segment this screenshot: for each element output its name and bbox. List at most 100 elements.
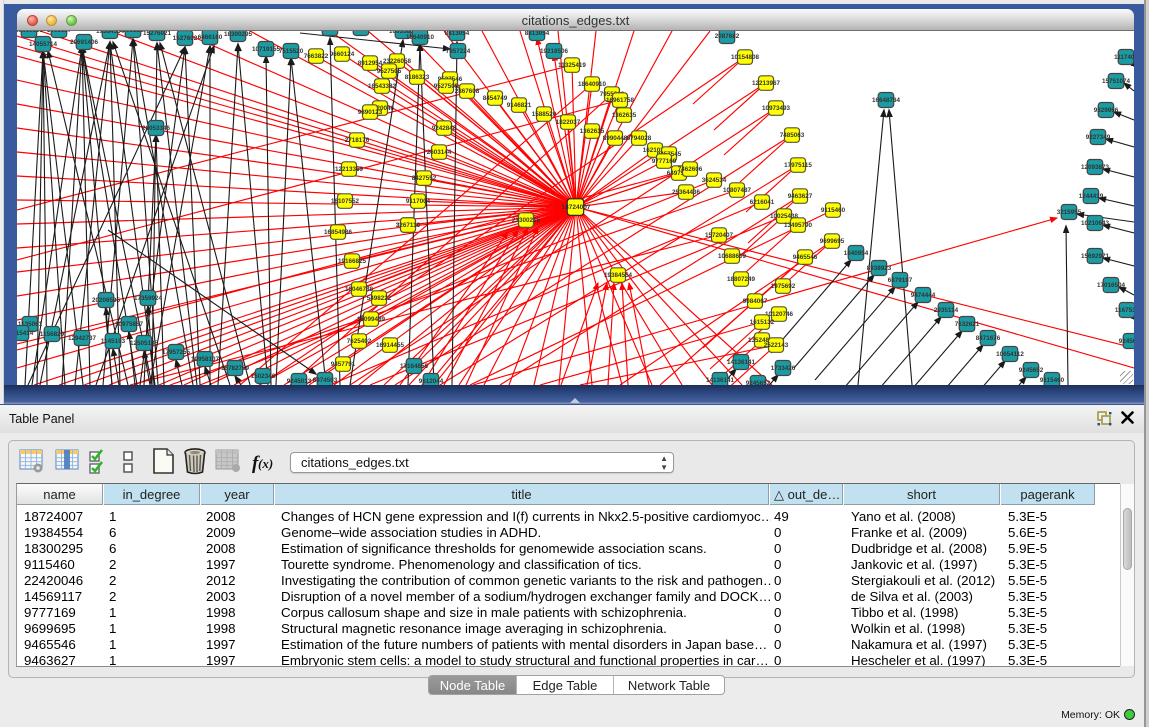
- svg-text:2867608: 2867608: [455, 88, 480, 95]
- svg-text:16961758: 16961758: [606, 97, 635, 104]
- svg-text:15751074: 15751074: [1102, 78, 1131, 85]
- svg-text:15692971: 15692971: [1081, 253, 1110, 260]
- svg-text:3915414: 3915414: [17, 330, 34, 337]
- svg-text:20053346: 20053346: [142, 125, 171, 132]
- svg-text:9465546: 9465546: [793, 254, 818, 261]
- svg-text:16107552: 16107552: [331, 198, 360, 205]
- svg-text:19166825: 19166825: [338, 258, 367, 265]
- svg-text:1615132: 1615132: [750, 319, 775, 326]
- svg-text:1362635: 1362635: [580, 128, 605, 135]
- svg-text:3215955: 3215955: [1057, 209, 1082, 216]
- svg-text:17975115: 17975115: [784, 162, 812, 169]
- svg-text:18300295: 18300295: [224, 31, 253, 38]
- svg-text:7462606: 7462606: [678, 166, 703, 173]
- svg-text:19218506: 19218506: [540, 48, 569, 55]
- svg-text:17016504: 17016504: [1097, 282, 1126, 289]
- svg-text:9463627: 9463627: [788, 193, 813, 200]
- svg-text:9084067: 9084067: [743, 298, 768, 305]
- svg-text:1502346: 1502346: [251, 373, 276, 380]
- svg-text:16854986: 16854986: [324, 229, 353, 236]
- svg-text:7515520: 7515520: [279, 48, 304, 55]
- svg-text:2087682: 2087682: [715, 33, 740, 40]
- svg-text:1975692: 1975692: [771, 283, 796, 290]
- svg-text:9660124: 9660124: [330, 51, 355, 58]
- svg-text:9117004: 9117004: [406, 198, 431, 205]
- svg-text:2603144: 2603144: [427, 149, 452, 156]
- svg-text:6466160: 6466160: [198, 34, 223, 41]
- svg-text:1167533: 1167533: [1115, 307, 1134, 314]
- svg-text:8427552: 8427552: [412, 175, 437, 182]
- svg-text:9890123: 9890123: [358, 109, 383, 116]
- svg-text:10958107: 10958107: [191, 356, 220, 363]
- svg-text:1117403: 1117403: [1114, 54, 1134, 61]
- svg-text:6879197: 6879197: [888, 277, 913, 284]
- svg-text:10807487: 10807487: [723, 187, 752, 194]
- svg-text:14136141: 14136141: [706, 377, 735, 384]
- svg-text:9457791: 9457791: [331, 361, 356, 368]
- svg-text:1362635: 1362635: [612, 112, 637, 119]
- svg-text:2718176: 2718176: [345, 137, 370, 144]
- svg-text:9612044: 9612044: [419, 378, 444, 385]
- svg-text:17359924: 17359924: [134, 295, 163, 302]
- svg-text:7625402: 7625402: [347, 338, 372, 345]
- svg-text:16914455: 16914455: [376, 342, 405, 349]
- svg-text:7957224: 7957224: [446, 48, 471, 55]
- svg-text:10719155: 10719155: [252, 46, 281, 53]
- svg-text:12942737: 12942737: [68, 335, 97, 342]
- svg-text:7485063: 7485063: [780, 132, 805, 139]
- svg-text:10688609: 10688609: [718, 253, 747, 260]
- svg-text:18640910: 18640910: [406, 34, 435, 41]
- svg-text:11325419: 11325419: [558, 62, 586, 69]
- svg-text:9527505: 9527505: [377, 68, 402, 75]
- svg-text:10210643: 10210643: [1081, 220, 1110, 227]
- svg-text:18640910: 18640910: [578, 81, 607, 88]
- svg-text:15720407: 15720407: [705, 232, 734, 239]
- svg-text:16107552: 16107552: [316, 31, 345, 32]
- svg-text:10654112: 10654112: [996, 351, 1024, 358]
- svg-text:9699695: 9699695: [820, 238, 845, 245]
- svg-text:18807249: 18807249: [727, 276, 756, 283]
- svg-text:1640954: 1640954: [844, 250, 869, 257]
- svg-text:10975867: 10975867: [115, 321, 144, 328]
- svg-text:10046788: 10046788: [345, 286, 374, 293]
- svg-text:1822037: 1822037: [556, 119, 581, 126]
- svg-text:20691406: 20691406: [70, 39, 99, 46]
- svg-text:16648784: 16648784: [872, 97, 901, 104]
- svg-text:1063527: 1063527: [47, 31, 72, 34]
- svg-text:(x): (x): [258, 456, 273, 471]
- svg-text:3624534: 3624534: [702, 177, 727, 184]
- svg-text:9245013: 9245013: [287, 378, 312, 385]
- svg-text:8813054: 8813054: [445, 31, 470, 37]
- svg-text:17957255: 17957255: [162, 349, 191, 356]
- svg-text:9245063: 9245063: [1119, 338, 1134, 345]
- svg-text:20206535: 20206535: [92, 297, 121, 304]
- svg-text:9146821: 9146821: [507, 102, 532, 109]
- svg-text:17164855: 17164855: [400, 363, 429, 370]
- svg-text:8813054: 8813054: [525, 31, 550, 37]
- svg-text:9777169: 9777169: [652, 158, 677, 165]
- svg-text:1156829: 1156829: [40, 331, 65, 338]
- svg-text:12093873: 12093873: [1081, 164, 1110, 171]
- svg-text:1733426: 1733426: [771, 365, 796, 372]
- svg-text:23300215: 23300215: [512, 217, 541, 224]
- svg-text:8974503: 8974503: [313, 377, 338, 384]
- svg-text:8912954: 8912954: [358, 60, 383, 67]
- svg-text:9245652: 9245652: [1019, 367, 1044, 374]
- svg-text:9242848: 9242848: [432, 125, 457, 132]
- svg-text:10154808: 10154808: [731, 54, 760, 61]
- svg-text:1145193: 1145193: [101, 338, 126, 345]
- svg-text:8471676: 8471676: [976, 335, 1001, 342]
- svg-text:10973493: 10973493: [762, 105, 791, 112]
- svg-text:1663822: 1663822: [349, 31, 374, 32]
- svg-text:13495790: 13495790: [784, 222, 813, 229]
- svg-text:9474444: 9474444: [911, 292, 936, 299]
- svg-text:1244419: 1244419: [1079, 193, 1104, 200]
- svg-text:14136141: 14136141: [727, 359, 756, 366]
- svg-text:16543382: 16543382: [368, 83, 397, 90]
- svg-text:1588520: 1588520: [532, 111, 557, 118]
- svg-text:6216041: 6216041: [750, 199, 775, 206]
- svg-text:2522143: 2522143: [764, 342, 789, 349]
- svg-text:14055714: 14055714: [29, 41, 58, 48]
- svg-text:9227349: 9227349: [1086, 134, 1111, 141]
- svg-text:1527602: 1527602: [173, 35, 198, 42]
